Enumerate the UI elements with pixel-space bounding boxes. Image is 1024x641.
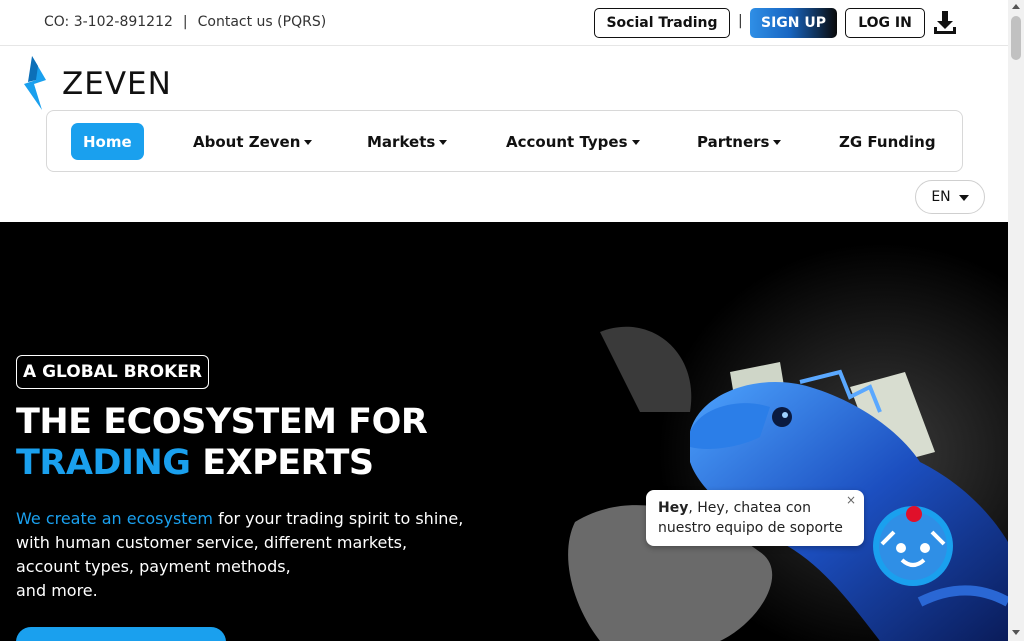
nav-item-label: Home	[83, 132, 132, 151]
description-highlight: We create an ecosystem	[16, 509, 213, 528]
nav-item-markets[interactable]: Markets	[367, 123, 448, 160]
headline-line-2: TRADING EXPERTS	[16, 443, 427, 484]
caret-down-icon	[631, 140, 640, 145]
caret-down-icon	[304, 140, 313, 145]
nav-item-zg-funding[interactable]: ZG Funding	[839, 123, 936, 160]
nav-item-label: Account Types	[506, 132, 628, 151]
nav-item-label: Partners	[697, 132, 770, 151]
main-nav: Home About Zeven Markets Account Types P…	[46, 110, 963, 172]
headline-highlight: TRADING	[16, 443, 191, 483]
caret-down-icon	[958, 195, 969, 201]
hero-section: A GLOBAL BROKER THE ECOSYSTEM FOR TRADIN…	[0, 222, 1008, 641]
description-line-1-rest: for your trading spirit to shine,	[213, 509, 464, 528]
description-line-3: account types, payment methods,	[16, 557, 291, 576]
scroll-up-arrow-icon[interactable]	[1012, 4, 1020, 9]
scroll-down-arrow-icon[interactable]	[1012, 630, 1020, 635]
social-trading-button[interactable]: Social Trading	[594, 8, 730, 38]
nav-item-partners[interactable]: Partners	[697, 123, 782, 160]
chat-bot-avatar[interactable]	[872, 504, 954, 586]
chat-bubble[interactable]: Hey, Hey, chatea con nuestro equipo de s…	[646, 490, 864, 546]
company-code: CO: 3-102-891212	[44, 14, 173, 30]
nav-item-label: Markets	[367, 132, 436, 151]
log-in-button[interactable]: LOG IN	[845, 8, 925, 38]
nav-item-label: About Zeven	[193, 132, 301, 151]
nav-item-label: ZG Funding	[839, 132, 936, 151]
button-separator: |	[738, 13, 743, 29]
scrollbar-thumb[interactable]	[1011, 16, 1021, 60]
hero-cta-button[interactable]	[16, 627, 226, 641]
description-line-2: with human customer service, different m…	[16, 533, 408, 552]
description-line-4: and more.	[16, 581, 98, 600]
logo-text[interactable]: ZEVEN	[62, 66, 172, 102]
headline-rest: EXPERTS	[190, 443, 374, 483]
contact-link[interactable]: Contact us (PQRS)	[198, 14, 327, 30]
headline-line-1: THE ECOSYSTEM FOR	[16, 402, 428, 442]
chat-greeting: Hey	[658, 500, 689, 516]
language-label: EN	[931, 189, 951, 205]
page-scrollbar[interactable]	[1008, 0, 1024, 641]
caret-down-icon	[773, 140, 782, 145]
description-line-1: We create an ecosystem for your trading …	[16, 507, 486, 531]
language-selector[interactable]: EN	[915, 180, 985, 214]
caret-down-icon	[439, 140, 448, 145]
hero-badge: A GLOBAL BROKER	[16, 355, 209, 389]
download-icon[interactable]	[933, 10, 957, 36]
contact-info: CO: 3-102-891212 | Contact us (PQRS)	[44, 14, 326, 30]
nav-item-about-zeven[interactable]: About Zeven	[193, 123, 313, 160]
chat-close-icon[interactable]: ×	[846, 493, 856, 507]
separator: |	[182, 14, 188, 30]
hero-headline: THE ECOSYSTEM FOR TRADING EXPERTS	[16, 402, 428, 484]
hero-description: We create an ecosystem for your trading …	[16, 507, 486, 603]
nav-item-account-types[interactable]: Account Types	[506, 123, 640, 160]
top-bar: CO: 3-102-891212 | Contact us (PQRS) Socia…	[0, 0, 1008, 46]
sign-up-button[interactable]: SIGN UP	[750, 8, 837, 38]
nav-item-home[interactable]: Home	[71, 123, 144, 160]
